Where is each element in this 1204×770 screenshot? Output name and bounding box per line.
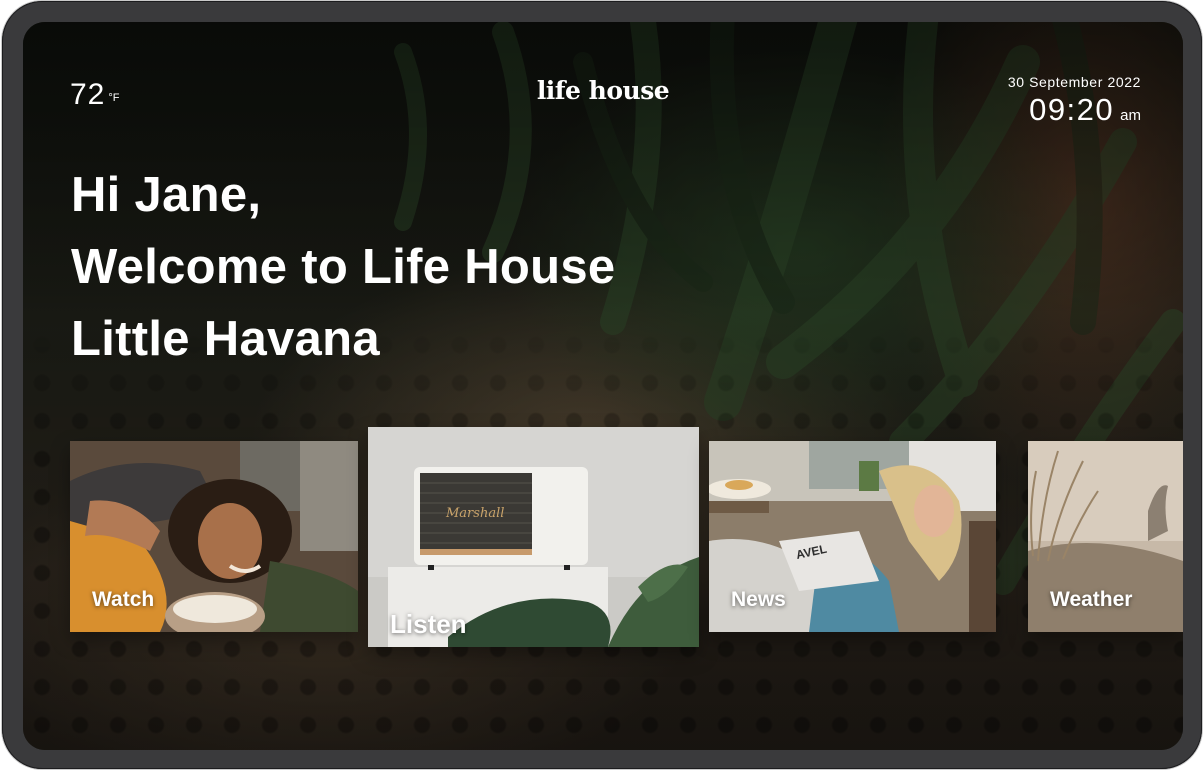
tile-news[interactable]: AVEL News xyxy=(709,441,996,632)
tile-news-label: News xyxy=(731,588,786,611)
content-tiles-row: Watch Marshall Listen AVEL News Weather xyxy=(23,22,1183,750)
svg-text:Marshall: Marshall xyxy=(445,506,504,521)
tile-weather[interactable]: Weather xyxy=(1028,441,1183,632)
tile-watch-label: Watch xyxy=(92,588,155,611)
tile-weather-label: Weather xyxy=(1050,588,1133,611)
tile-listen[interactable]: Marshall Listen xyxy=(368,427,699,647)
tablet-frame: 72 °F life house 30 September 2022 09:20… xyxy=(2,1,1202,769)
tile-watch[interactable]: Watch xyxy=(70,441,358,632)
home-screen: 72 °F life house 30 September 2022 09:20… xyxy=(23,22,1183,750)
tile-listen-label: Listen xyxy=(390,609,467,639)
